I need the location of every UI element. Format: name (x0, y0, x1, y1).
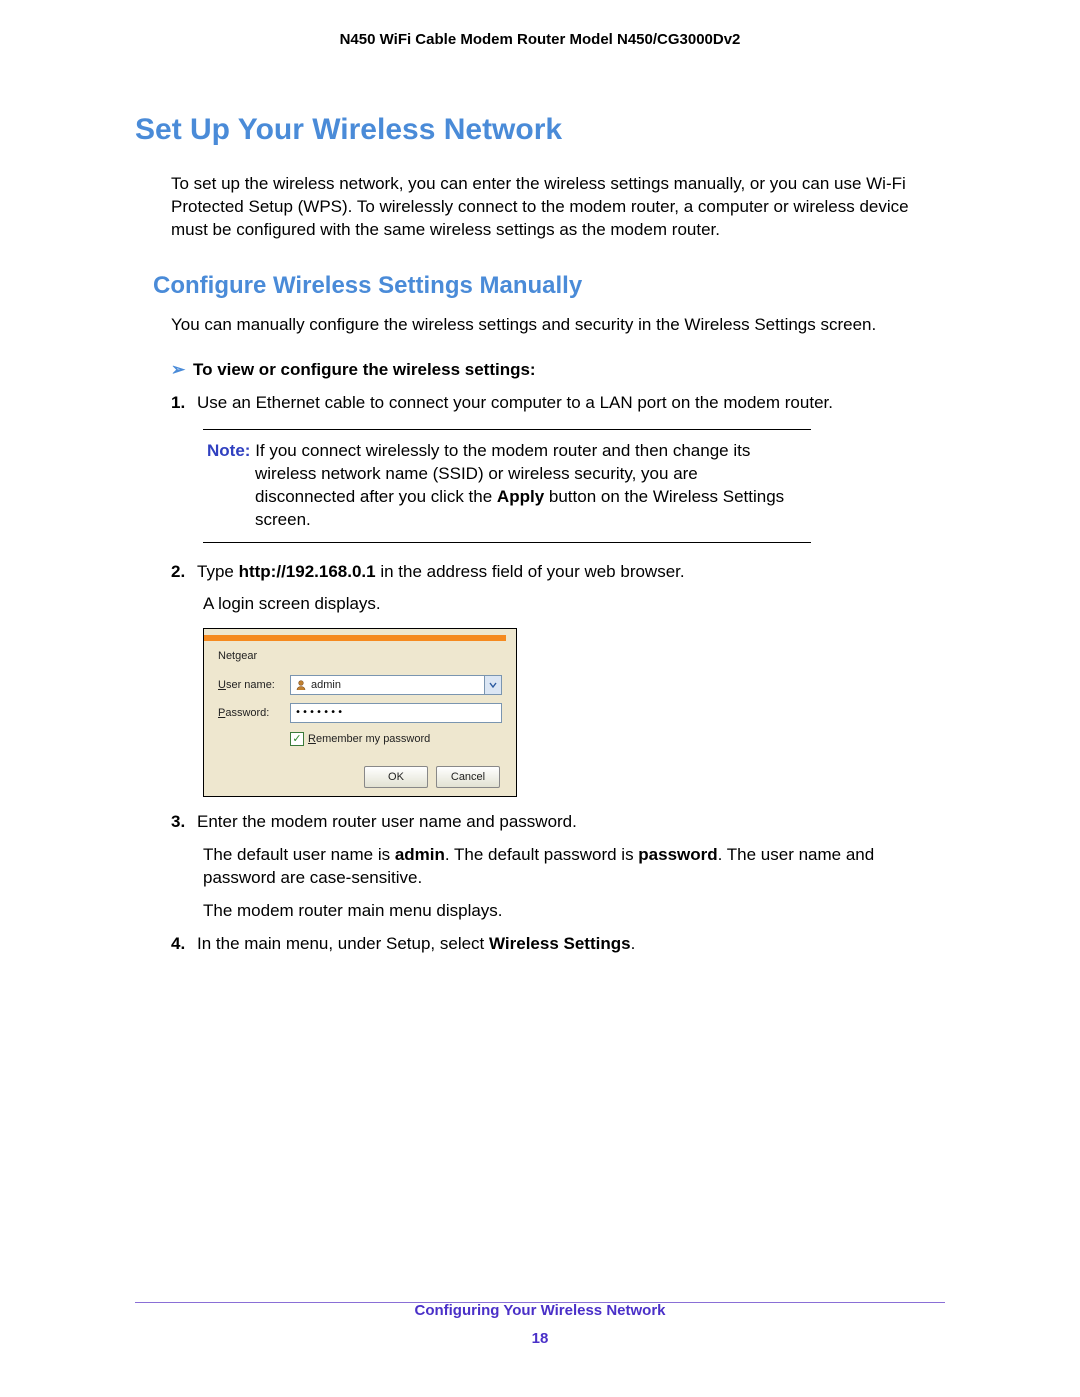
username-row: User name: admin (218, 674, 502, 696)
note-line-4: screen. (255, 509, 807, 532)
step-number: 2. (171, 561, 197, 584)
password-value: ••••••• (295, 706, 344, 720)
document-page: N450 WiFi Cable Modem Router Model N450/… (0, 0, 1080, 1397)
cancel-button[interactable]: Cancel (436, 766, 500, 788)
heading-1: Set Up Your Wireless Network (135, 110, 945, 151)
step-4: 4.In the main menu, under Setup, select … (171, 933, 945, 956)
intro-paragraph: To set up the wireless network, you can … (171, 173, 945, 242)
step-3-para-1: The default user name is admin. The defa… (203, 844, 945, 890)
footer-section-title: Configuring Your Wireless Network (0, 1301, 1080, 1321)
note-line-1: If you connect wirelessly to the modem r… (255, 441, 750, 460)
note-line-3: disconnected after you click the Apply b… (255, 486, 807, 509)
note-label: Note: (207, 441, 250, 460)
password-label: Password: (218, 706, 290, 721)
remember-label: Remember my password (308, 732, 430, 747)
step-1: 1.Use an Ethernet cable to connect your … (171, 392, 945, 415)
footer: Configuring Your Wireless Network 18 (0, 1301, 1080, 1350)
step-3-para-2: The modem router main menu displays. (203, 900, 945, 923)
page-number: 18 (0, 1329, 1080, 1349)
user-icon (295, 679, 307, 691)
sub-intro-paragraph: You can manually configure the wireless … (171, 314, 945, 337)
password-row: Password: ••••••• (218, 702, 502, 724)
chevron-down-icon[interactable] (484, 676, 501, 694)
dialog-title-bar (204, 635, 506, 641)
password-field[interactable]: ••••••• (290, 703, 502, 723)
note-box: Note: If you connect wirelessly to the m… (203, 429, 811, 543)
step-number: 4. (171, 933, 197, 956)
step-text: Enter the modem router user name and pas… (197, 812, 577, 831)
remember-row: ✓ Remember my password (290, 730, 502, 748)
running-header: N450 WiFi Cable Modem Router Model N450/… (135, 30, 945, 50)
step-text: In the main menu, under Setup, select Wi… (197, 934, 635, 953)
note-line-2: wireless network name (SSID) or wireless… (255, 463, 807, 486)
step-2: 2.Type http://192.168.0.1 in the address… (171, 561, 945, 584)
step-2-para: A login screen displays. (203, 593, 945, 616)
step-text: Type http://192.168.0.1 in the address f… (197, 562, 685, 581)
step-number: 1. (171, 392, 197, 415)
dialog-realm: Netgear (218, 649, 502, 664)
step-number: 3. (171, 811, 197, 834)
step-text: Use an Ethernet cable to connect your co… (197, 393, 833, 412)
username-label: User name: (218, 678, 290, 693)
procedure-title-text: To view or configure the wireless settin… (193, 360, 536, 379)
username-field[interactable]: admin (290, 675, 502, 695)
ok-button[interactable]: OK (364, 766, 428, 788)
arrow-icon: ➢ (171, 359, 193, 382)
remember-checkbox[interactable]: ✓ (290, 732, 304, 746)
procedure-title: ➢To view or configure the wireless setti… (171, 359, 945, 382)
step-3: 3.Enter the modem router user name and p… (171, 811, 945, 834)
username-value: admin (311, 678, 341, 693)
heading-2: Configure Wireless Settings Manually (153, 270, 945, 302)
login-dialog: Netgear User name: admin Password: •••••… (203, 628, 517, 797)
